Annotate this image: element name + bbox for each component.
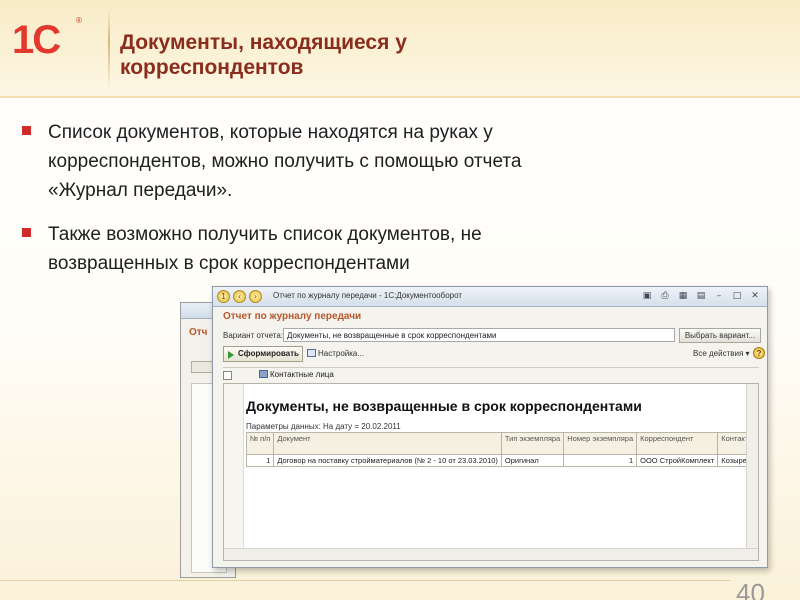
save-icon[interactable]: ▣ (641, 291, 653, 301)
settings-label: Настройка... (318, 349, 365, 358)
report-window: 1 ‹ › Отчет по журналу передачи - 1С:Док… (212, 286, 768, 568)
vertical-scrollbar[interactable] (746, 384, 758, 560)
table-cell: Договор на поставку стройматериалов (№ 2… (273, 454, 502, 467)
maximize-icon[interactable]: □ (731, 291, 743, 301)
sheet-gutter (224, 384, 244, 560)
print-icon[interactable]: ⎙ (659, 291, 671, 301)
footer-line (0, 580, 730, 581)
bullet-list: Список документов, которые находятся на … (22, 118, 582, 293)
settings-icon (307, 349, 316, 357)
logo-text: 1С (12, 18, 61, 62)
variant-field[interactable]: Документы, не возвращенные в срок коррес… (283, 328, 675, 342)
slide-header: 1С ® Документы, находящиеся у корреспонд… (0, 0, 800, 98)
report-sheet[interactable]: Документы, не возвращенные в срок коррес… (223, 383, 759, 561)
choose-variant-button[interactable]: Выбрать вариант... (679, 328, 761, 343)
generate-report-button[interactable]: Сформировать (223, 346, 303, 362)
calendar-icon[interactable]: ▤ (695, 291, 707, 301)
bullet-marker-icon (22, 228, 31, 237)
settings-button[interactable]: Настройка... (307, 349, 364, 358)
window-titlebar: 1 ‹ › Отчет по журналу передачи - 1С:Док… (213, 287, 767, 307)
contacts-icon (259, 370, 268, 378)
column-header: Тип экземпляра (500, 432, 565, 455)
all-actions-menu[interactable]: Все действия ▾ (693, 349, 750, 358)
table-cell: ООО СтройКомплект (636, 454, 719, 467)
report-params: Параметры данных: На дату = 20.02.2011 (246, 422, 401, 431)
help-icon[interactable]: ? (753, 347, 765, 359)
table-cell: Оригинал (500, 454, 565, 467)
table-row[interactable]: 1 Договор на поставку стройматериалов (№… (245, 454, 758, 467)
table-cell: 1 (563, 454, 638, 467)
variant-label: Вариант отчета: (223, 331, 283, 340)
contacts-button[interactable]: Контактные лица (259, 370, 334, 379)
horizontal-scrollbar[interactable] (224, 548, 758, 560)
titlebar-controls: ▣ ⎙ ▦ ▤ – □ ✕ (641, 291, 761, 301)
minimize-icon[interactable]: – (713, 291, 725, 301)
report-form-title: Отчет по журналу передачи (223, 311, 362, 322)
table-cell: 1 (245, 454, 275, 467)
titlebar-icons: 1 ‹ › (217, 290, 262, 303)
report-heading: Документы, не возвращенные в срок коррес… (246, 398, 642, 414)
column-header: Документ (273, 432, 502, 455)
column-header: № п/п (245, 432, 275, 455)
1c-logo: 1С ® (12, 14, 100, 70)
generate-report-label: Сформировать (238, 349, 299, 358)
slide-title: Документы, находящиеся у корреспондентов (120, 31, 407, 79)
contacts-bar: Контактные лица (223, 367, 759, 381)
bullet-text: Список документов, которые находятся на … (48, 122, 522, 201)
play-icon (228, 351, 234, 359)
bullet-item: Также возможно получить список документо… (22, 220, 582, 278)
forward-icon[interactable]: › (249, 290, 262, 303)
bullet-text: Также возможно получить список документо… (48, 224, 482, 274)
column-header: Номер экземпляра (563, 432, 638, 455)
contacts-label: Контактные лица (270, 370, 334, 379)
app-icon[interactable]: 1 (217, 290, 230, 303)
background-window-title: Отч (189, 327, 208, 338)
close-icon[interactable]: ✕ (749, 291, 761, 301)
logo-registered-mark: ® (76, 16, 82, 25)
report-table: № п/п Документ Тип экземпляра Номер экзе… (245, 432, 758, 467)
column-header: Корреспондент (636, 432, 719, 455)
back-icon[interactable]: ‹ (233, 290, 246, 303)
contacts-checkbox[interactable] (223, 371, 232, 380)
table-header-row: № п/п Документ Тип экземпляра Номер экзе… (245, 432, 758, 455)
bullet-marker-icon (22, 126, 31, 135)
calculator-icon[interactable]: ▦ (677, 291, 689, 301)
bullet-item: Список документов, которые находятся на … (22, 118, 582, 205)
header-divider (108, 8, 110, 90)
window-title: Отчет по журналу передачи - 1С:Документо… (273, 291, 463, 300)
page-number: 40 (736, 578, 765, 600)
report-toolbar: Сформировать Настройка... Все действия ▾… (223, 346, 765, 363)
